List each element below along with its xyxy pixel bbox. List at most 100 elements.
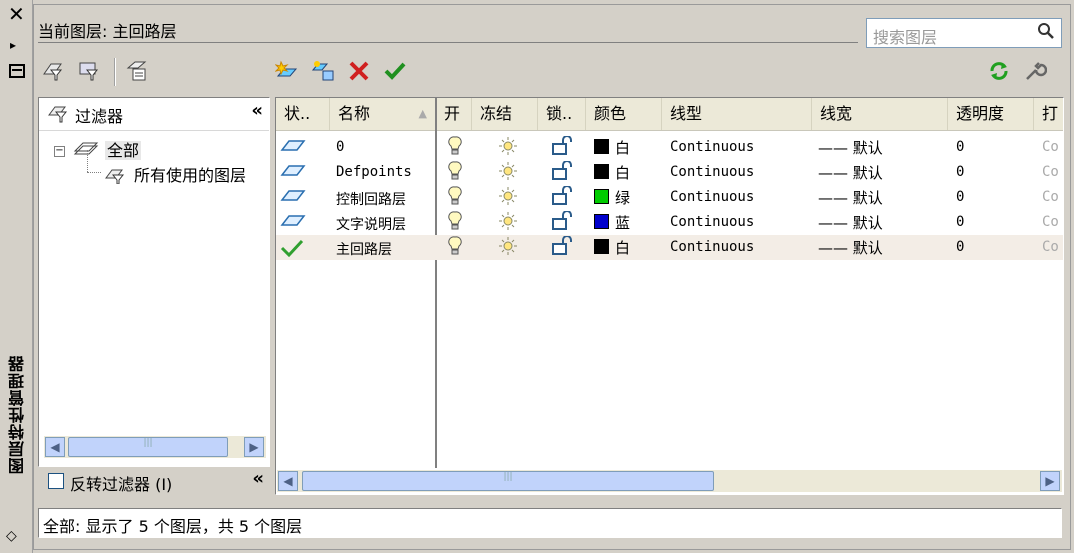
- tree-item-used-layers[interactable]: 所有使用的图层: [104, 162, 246, 186]
- tree-item-label: 全部: [105, 141, 142, 160]
- layers-stack-icon: [73, 142, 99, 155]
- layer-transparency[interactable]: 0: [956, 214, 964, 230]
- color-name: 白: [615, 164, 631, 182]
- settings-icon[interactable]: [1022, 60, 1048, 84]
- layer-linetype[interactable]: Continuous: [670, 164, 754, 180]
- invert-filter-area: 反转过滤器 (I) «: [38, 468, 270, 496]
- layer-color[interactable]: 蓝: [594, 212, 630, 233]
- layer-linetype[interactable]: Continuous: [670, 189, 754, 205]
- collapse-filter-button[interactable]: «: [252, 468, 264, 489]
- col-freeze[interactable]: 冻结: [472, 98, 538, 130]
- layer-transparency[interactable]: 0: [956, 239, 964, 255]
- new-group-filter-icon[interactable]: [76, 60, 102, 84]
- layer-plot-style[interactable]: Co: [1042, 239, 1059, 255]
- lightbulb-icon[interactable]: [448, 186, 462, 210]
- layer-row[interactable]: 主回路层 白 Continuous —— 默认 0 Co: [276, 235, 1063, 260]
- col-on[interactable]: 开: [436, 98, 472, 130]
- layer-name: 文字说明层: [336, 217, 406, 233]
- unlocked-icon[interactable]: [550, 185, 574, 210]
- divider: [38, 42, 858, 43]
- filter-tree-title: 过滤器: [75, 107, 124, 126]
- layer-lineweight[interactable]: —— 默认: [818, 137, 883, 158]
- layer-color[interactable]: 白: [594, 237, 630, 258]
- new-property-filter-icon[interactable]: [40, 60, 66, 84]
- layer-linetype[interactable]: Continuous: [670, 139, 754, 155]
- invert-filter-checkbox[interactable]: [48, 473, 64, 489]
- scroll-left-button[interactable]: ◀: [278, 471, 298, 491]
- collapse-node-icon[interactable]: −: [54, 146, 65, 157]
- layer-transparency[interactable]: 0: [956, 189, 964, 205]
- col-transparency[interactable]: 透明度: [948, 98, 1034, 130]
- lightbulb-icon[interactable]: [448, 236, 462, 260]
- scroll-left-button[interactable]: ◀: [45, 437, 65, 457]
- lightbulb-icon[interactable]: [448, 161, 462, 185]
- new-layer-vp-frozen-icon[interactable]: [310, 60, 336, 84]
- palette-title: 图层特性管理器: [8, 355, 27, 474]
- sun-icon[interactable]: [498, 186, 518, 210]
- lightbulb-icon[interactable]: [448, 211, 462, 235]
- scroll-thumb[interactable]: |||: [68, 437, 228, 457]
- layer-row[interactable]: 控制回路层 绿 Continuous —— 默认 0 Co: [276, 185, 1063, 210]
- layer-linetype[interactable]: Continuous: [670, 214, 754, 230]
- layer-row[interactable]: Defpoints 白 Continuous —— 默认 0 Co: [276, 160, 1063, 185]
- unlocked-icon[interactable]: [550, 235, 574, 260]
- col-name[interactable]: 名称 ▲: [330, 98, 436, 130]
- sun-icon[interactable]: [498, 236, 518, 260]
- filter-icon: [105, 169, 125, 185]
- layer-linetype[interactable]: Continuous: [670, 239, 754, 255]
- col-color[interactable]: 颜色: [586, 98, 662, 130]
- unlocked-icon[interactable]: [550, 160, 574, 185]
- scroll-right-button[interactable]: ▶: [1040, 471, 1060, 491]
- layer-status-icon: [280, 213, 306, 231]
- col-plot[interactable]: 打: [1034, 98, 1063, 130]
- color-swatch: [594, 189, 609, 204]
- filter-icon: [47, 103, 71, 127]
- sun-icon[interactable]: [498, 161, 518, 185]
- sun-icon[interactable]: [498, 211, 518, 235]
- toolbar-separator: [114, 58, 116, 86]
- status-bar: 全部: 显示了 5 个图层，共 5 个图层: [38, 508, 1062, 538]
- layer-color[interactable]: 白: [594, 162, 630, 183]
- properties-icon[interactable]: [9, 64, 25, 78]
- set-current-icon[interactable]: [382, 60, 408, 84]
- col-linetype[interactable]: 线型: [662, 98, 812, 130]
- layer-transparency[interactable]: 0: [956, 139, 964, 155]
- scroll-right-button[interactable]: ▶: [244, 437, 264, 457]
- search-icon[interactable]: [1035, 22, 1057, 44]
- scroll-thumb[interactable]: |||: [302, 471, 714, 491]
- layer-plot-style[interactable]: Co: [1042, 214, 1059, 230]
- layer-lineweight[interactable]: —— 默认: [818, 187, 883, 208]
- col-status[interactable]: 状..: [276, 98, 330, 130]
- layer-states-manager-icon[interactable]: [124, 60, 150, 84]
- auto-hide-icon[interactable]: ▸: [10, 38, 16, 52]
- layer-plot-style[interactable]: Co: [1042, 189, 1059, 205]
- layer-lineweight[interactable]: —— 默认: [818, 212, 883, 233]
- col-lineweight[interactable]: 线宽: [812, 98, 948, 130]
- lightbulb-icon[interactable]: [448, 136, 462, 160]
- layer-lineweight[interactable]: —— 默认: [818, 237, 883, 258]
- new-layer-icon[interactable]: [274, 60, 300, 84]
- layer-color[interactable]: 绿: [594, 187, 630, 208]
- sun-icon[interactable]: [498, 136, 518, 160]
- collapse-tree-button[interactable]: «: [251, 100, 263, 121]
- layer-color[interactable]: 白: [594, 137, 630, 158]
- layer-plot-style[interactable]: Co: [1042, 139, 1059, 155]
- layer-name: 控制回路层: [336, 192, 406, 208]
- col-lock[interactable]: 锁..: [538, 98, 586, 130]
- search-input[interactable]: 搜索图层: [866, 18, 1062, 48]
- unlocked-icon[interactable]: [550, 135, 574, 160]
- layer-lineweight[interactable]: —— 默认: [818, 162, 883, 183]
- color-name: 白: [615, 139, 631, 157]
- layer-name: 主回路层: [336, 242, 392, 258]
- layer-plot-style[interactable]: Co: [1042, 164, 1059, 180]
- layer-transparency[interactable]: 0: [956, 164, 964, 180]
- delete-layer-icon[interactable]: [346, 60, 372, 84]
- refresh-icon[interactable]: [986, 60, 1012, 84]
- color-swatch: [594, 139, 609, 154]
- layer-row[interactable]: 文字说明层 蓝 Continuous —— 默认 0 Co: [276, 210, 1063, 235]
- close-icon[interactable]: ✕: [8, 4, 25, 24]
- layer-row[interactable]: 0 白 Continuous —— 默认 0 Co: [276, 135, 1063, 160]
- palette-side-strip: ✕ ▸ 图层特性管理器 ◇: [0, 0, 33, 553]
- tree-item-all[interactable]: − 全部: [54, 137, 142, 161]
- unlocked-icon[interactable]: [550, 210, 574, 235]
